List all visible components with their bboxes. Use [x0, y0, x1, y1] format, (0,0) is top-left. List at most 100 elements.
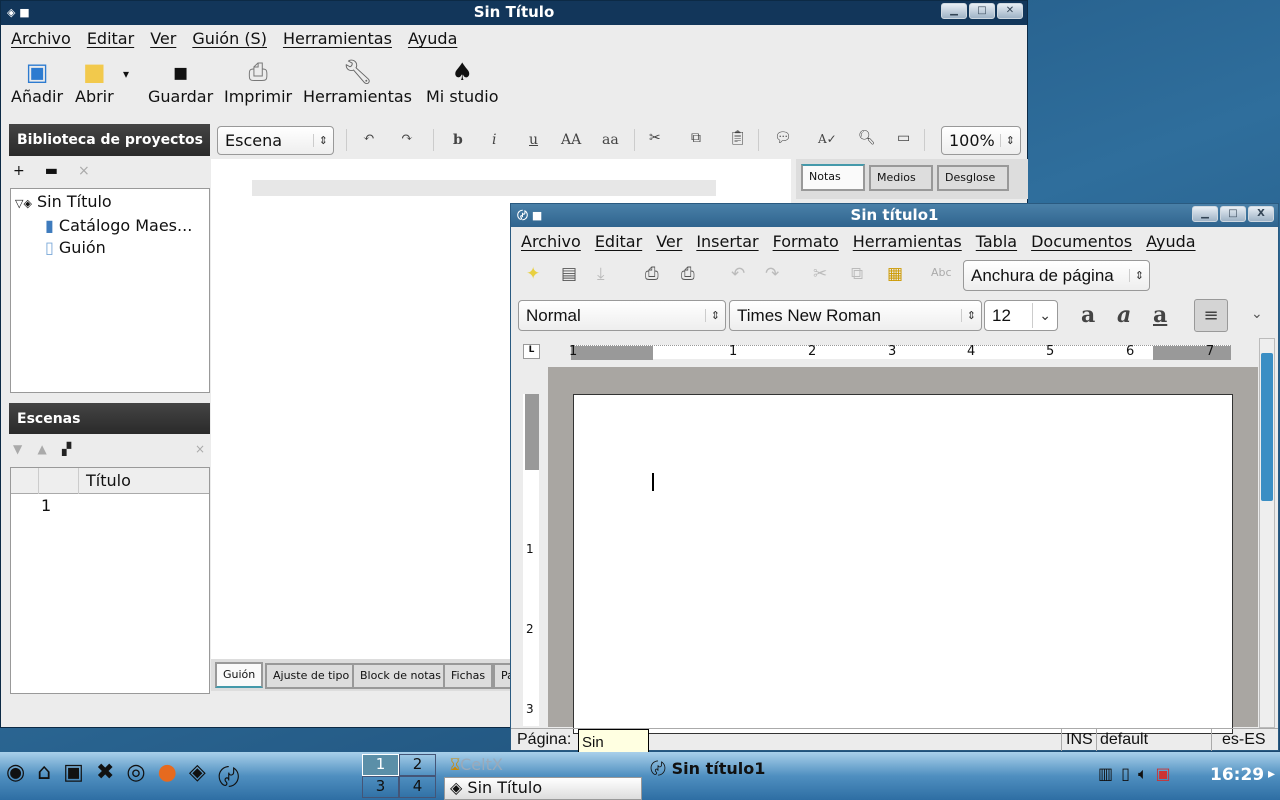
- tab-fichas[interactable]: Fichas: [443, 663, 494, 689]
- language-status[interactable]: es-ES: [1211, 729, 1277, 751]
- menu-archivo[interactable]: Archivo: [11, 25, 71, 53]
- menu-herramientas[interactable]: Herramientas: [283, 25, 392, 53]
- tab-medios[interactable]: Medios: [869, 165, 933, 191]
- menu-ver[interactable]: Ver: [150, 25, 176, 53]
- menu-documentos[interactable]: Documentos: [1031, 228, 1132, 256]
- horizontal-ruler[interactable]: 1 1 2 3 4 5 6 7: [569, 344, 1231, 360]
- menu-ayuda[interactable]: Ayuda: [1146, 228, 1195, 256]
- underline-icon[interactable]: a: [1153, 302, 1167, 328]
- desktop-2[interactable]: 2: [399, 754, 436, 776]
- style-select[interactable]: Normal ⇕: [518, 300, 726, 331]
- open-dropdown-icon[interactable]: ▾: [123, 67, 129, 81]
- title-bar[interactable]: ◈ ■ Sin Título ▁ □ ✕: [1, 1, 1027, 25]
- task-celtx-loading[interactable]: ⌛︎CeltX: [450, 755, 503, 775]
- network-icon[interactable]: ▥: [1098, 764, 1113, 784]
- vertical-scrollbar[interactable]: [1259, 338, 1275, 728]
- add-icon[interactable]: +: [13, 163, 25, 179]
- add-button[interactable]: ▣ Añadir: [11, 57, 63, 106]
- lowercase-button[interactable]: aa: [602, 132, 619, 148]
- panel-icon[interactable]: ▭: [897, 130, 910, 146]
- menu-guion[interactable]: Guión (S): [192, 25, 267, 53]
- close-button[interactable]: X: [1248, 206, 1274, 222]
- duplicate-icon[interactable]: ▞: [62, 442, 71, 456]
- menu-archivo[interactable]: Archivo: [521, 228, 581, 256]
- copy-icon[interactable]: ⧉: [851, 264, 863, 284]
- zoom-select[interactable]: Anchura de página ⇕: [963, 260, 1150, 291]
- app-icon[interactable]: 〄 ■: [517, 204, 542, 227]
- minimize-button[interactable]: ▁: [1192, 206, 1218, 222]
- new-document-icon[interactable]: ✦: [526, 264, 540, 284]
- italic-icon[interactable]: a: [1117, 302, 1131, 328]
- print-button[interactable]: ⎙ Imprimir: [224, 57, 292, 106]
- desktop-3[interactable]: 3: [362, 776, 399, 798]
- delete-icon[interactable]: ×: [78, 163, 90, 179]
- expand-icon[interactable]: ▽◈: [15, 197, 32, 210]
- spellcheck-icon[interactable]: Abc: [931, 266, 952, 279]
- align-left-button[interactable]: ≡: [1194, 299, 1228, 332]
- update-notifier-icon[interactable]: ▣: [1156, 764, 1171, 784]
- open-icon[interactable]: ▤: [561, 264, 577, 284]
- tab-desglose[interactable]: Desglose: [937, 165, 1009, 191]
- italic-button[interactable]: i: [492, 132, 496, 148]
- size-select[interactable]: 12 ⌄: [984, 300, 1058, 331]
- close-button[interactable]: ✕: [997, 3, 1023, 19]
- undo-icon[interactable]: ↶: [363, 130, 375, 146]
- search-icon[interactable]: 🔍︎: [858, 130, 876, 146]
- undo-icon[interactable]: ↶: [731, 264, 745, 284]
- task-sin-titulo1[interactable]: 〄 Sin título1: [650, 755, 765, 779]
- tools-icon[interactable]: ✖: [96, 760, 114, 792]
- tab-stop-button[interactable]: L: [523, 344, 540, 359]
- menu-ayuda[interactable]: Ayuda: [408, 25, 457, 53]
- menu-ver[interactable]: Ver: [656, 228, 682, 256]
- folder-icon[interactable]: ▬: [45, 163, 58, 179]
- delete-icon[interactable]: ×: [195, 442, 205, 456]
- desktop-1[interactable]: 1: [362, 754, 399, 776]
- move-up-icon[interactable]: ▲: [38, 442, 47, 456]
- firefox-icon[interactable]: ●: [158, 760, 177, 792]
- save-icon[interactable]: ⤓: [597, 264, 605, 284]
- redo-icon[interactable]: ↷: [401, 130, 413, 146]
- scrollbar-thumb[interactable]: [1261, 353, 1273, 501]
- menu-editar[interactable]: Editar: [87, 25, 134, 53]
- underline-button[interactable]: u: [529, 132, 538, 148]
- paste-icon[interactable]: 📋︎: [729, 130, 747, 146]
- menu-formato[interactable]: Formato: [773, 228, 839, 256]
- vertical-ruler[interactable]: 1 2 3: [523, 394, 539, 726]
- home-icon[interactable]: ⌂: [37, 760, 51, 792]
- volume-icon[interactable]: 🔈︎: [1138, 764, 1148, 784]
- app-icon[interactable]: ◈ ■: [7, 1, 30, 24]
- insert-mode[interactable]: INS: [1061, 729, 1096, 751]
- bold-button[interactable]: b: [453, 132, 463, 148]
- minimize-button[interactable]: ▁: [941, 3, 967, 19]
- tab-ajuste-de-tipo[interactable]: Ajuste de tipo: [265, 663, 358, 689]
- clipboard-icon[interactable]: ▯: [1121, 764, 1130, 784]
- maximize-button[interactable]: □: [1220, 206, 1246, 222]
- zoom-select[interactable]: 100% ⇕: [941, 126, 1021, 155]
- menu-insertar[interactable]: Insertar: [696, 228, 758, 256]
- clock[interactable]: 16:29: [1210, 765, 1264, 785]
- cut-icon[interactable]: ✂: [649, 130, 661, 146]
- tree-item-catalog[interactable]: ▮ Catálogo Maes...: [15, 215, 205, 237]
- font-select[interactable]: Times New Roman ⇕: [729, 300, 982, 331]
- uppercase-button[interactable]: AA: [561, 132, 581, 148]
- menu-editar[interactable]: Editar: [595, 228, 642, 256]
- chevron-down-icon[interactable]: ⌄: [1251, 306, 1263, 322]
- redo-icon[interactable]: ↷: [765, 264, 779, 284]
- menu-tabla[interactable]: Tabla: [976, 228, 1017, 256]
- tree-item-root[interactable]: ▽◈ Sin Título: [15, 191, 205, 215]
- panel-expand-icon[interactable]: ▸: [1268, 766, 1275, 782]
- save-button[interactable]: ▪ Guardar: [148, 57, 213, 106]
- tab-block-de-notas[interactable]: Block de notas: [352, 663, 449, 689]
- kde-menu-icon[interactable]: ◉: [6, 760, 25, 792]
- comments-icon[interactable]: 💬︎: [774, 130, 792, 146]
- desktop-4[interactable]: 4: [399, 776, 436, 798]
- title-bar[interactable]: 〄 ■ Sin título1 ▁ □ X: [511, 204, 1278, 227]
- format-select[interactable]: Escena ⇕: [217, 126, 334, 155]
- copy-icon[interactable]: ⧉: [691, 130, 701, 146]
- paste-icon[interactable]: ▦: [887, 264, 903, 284]
- system-settings-icon[interactable]: ▣: [63, 760, 84, 792]
- column-title[interactable]: Título: [86, 471, 131, 490]
- tab-notas[interactable]: Notas: [801, 164, 865, 191]
- celtx-icon[interactable]: ◈: [189, 760, 206, 792]
- page[interactable]: [573, 394, 1233, 734]
